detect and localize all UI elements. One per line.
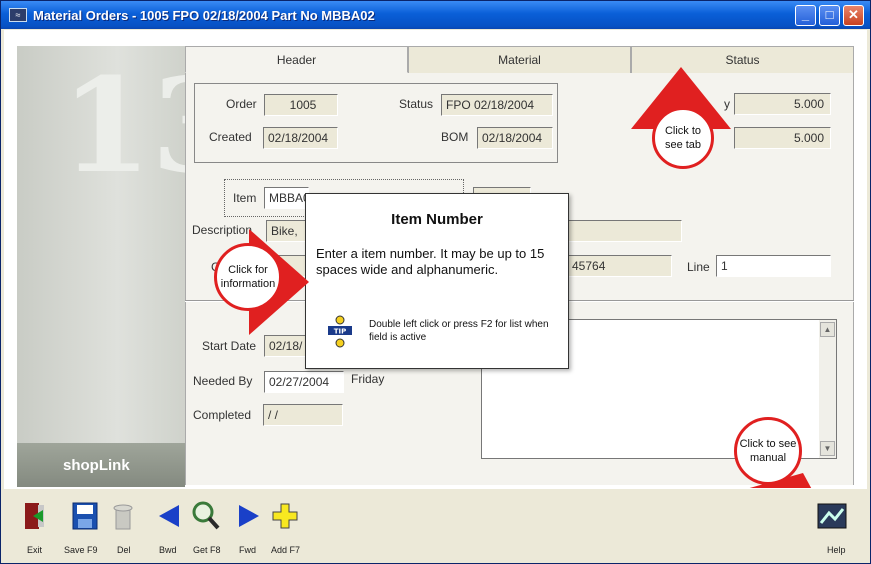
qty-field-2[interactable]: 5.000 [734,127,831,149]
exit-button[interactable] [20,499,50,533]
forward-button[interactable] [234,499,264,533]
add-button[interactable] [270,499,300,533]
completed-field[interactable]: / / [263,404,343,426]
save-button[interactable] [70,499,100,533]
help-button[interactable] [817,499,847,533]
add-label: Add F7 [271,545,301,555]
completed-label: Completed [193,408,252,422]
start-date-field[interactable]: 02/18/ [264,335,308,357]
delete-label: Del [117,545,131,555]
get-button[interactable] [191,499,221,533]
arrow-right-icon [239,505,259,527]
qty-field-1[interactable]: 5.000 [734,93,831,115]
scroll-down-icon[interactable]: ▼ [820,441,835,456]
svg-text:TIP: TIP [334,328,347,336]
order-label: Order [226,97,257,111]
arrow-left-icon [159,505,179,527]
get-label: Get F8 [193,545,221,555]
needed-by-field[interactable]: 02/27/2004 [264,371,344,393]
number-field[interactable]: 45764 [567,255,672,277]
forward-label: Fwd [239,545,257,555]
created-field[interactable]: 02/18/2004 [263,127,338,149]
tip-icon: TIP [328,315,352,348]
delete-button[interactable] [108,499,138,533]
line-field[interactable]: 1 [716,255,831,277]
help-manual-icon [817,503,847,529]
main-window: ≈ Material Orders - 1005 FPO 02/18/2004 … [0,0,871,564]
title-bar[interactable]: ≈ Material Orders - 1005 FPO 02/18/2004 … [1,1,870,29]
shoplink-logo: shopLink [63,457,130,474]
save-label: Save F9 [64,545,98,555]
save-disk-icon [72,502,98,530]
close-button[interactable]: ✕ [843,5,864,26]
watermark-13: 13 [61,49,242,202]
maximize-button[interactable]: □ [819,5,840,26]
bom-label: BOM [441,130,469,144]
created-label: Created [209,130,252,144]
help-label: Help [827,545,846,555]
app-icon[interactable]: ≈ [9,8,27,22]
status-field[interactable]: FPO 02/18/2004 [441,94,553,116]
item-label: Item [233,191,257,205]
callout-manual: Click to see manual [734,417,802,485]
minimize-button[interactable]: _ [795,5,816,26]
trash-can-icon [113,504,133,530]
popup-body: Enter a item number. It may be up to 15 … [316,246,545,277]
tab-strip: Header Material Status [185,46,854,73]
callout-info: Click for information [214,243,282,311]
backward-button[interactable] [154,499,184,533]
exit-label: Exit [27,545,43,555]
bottom-toolbar: Exit Save F9 Del Bwd Get F8 Fwd Add F7 H… [4,488,867,561]
description-label: Description [192,223,253,237]
needed-day: Friday [351,372,385,386]
item-number-popup: Item Number Enter a item number. It may … [305,193,569,369]
bom-field[interactable]: 02/18/2004 [477,127,553,149]
popup-title: Item Number [391,211,483,228]
window-title: Material Orders - 1005 FPO 02/18/2004 Pa… [33,7,375,23]
tab-material[interactable]: Material [408,46,631,73]
line-label: Line [687,260,710,274]
scroll-up-icon[interactable]: ▲ [820,322,835,337]
callout-tab: Click to see tab [652,107,714,169]
exit-door-icon [25,503,44,529]
status-label: Status [399,97,434,111]
tab-header[interactable]: Header [185,46,408,73]
magnifier-icon [192,501,220,530]
notes-scrollbar[interactable]: ▲ ▼ [819,320,836,458]
popup-tip-text: Double left click or press F2 for list w… [369,319,549,343]
plus-icon [272,503,298,529]
backward-label: Bwd [159,545,177,555]
item-field[interactable]: MBBA0 [264,187,310,209]
start-date-label: Start Date [202,339,257,353]
needed-by-label: Needed By [193,374,253,388]
order-field[interactable]: 1005 [264,94,338,116]
